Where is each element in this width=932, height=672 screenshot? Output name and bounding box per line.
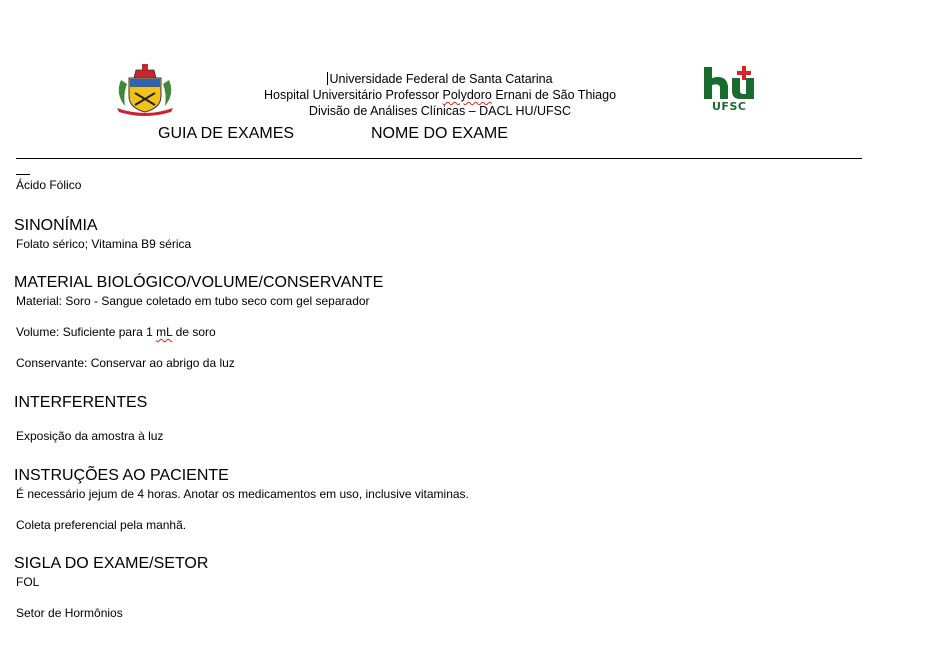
ufsc-coat-of-arms-logo — [113, 60, 177, 118]
hu-ufsc-logo: UFSC — [702, 64, 762, 116]
guide-label: GUIA DE EXAMES — [158, 125, 295, 142]
hospital-name-post: Ernani de São Thiago — [491, 88, 617, 102]
hospital-name-pre: Hospital Universitário Professor — [263, 88, 443, 102]
volume-text: Volume: Suficiente para 1 mL de soro — [16, 325, 216, 339]
interferentes-text: Exposição da amostra à luz — [16, 429, 164, 443]
section-title-sigla: SIGLA DO EXAME/SETOR — [14, 555, 209, 572]
exam-name-label: NOME DO EXAME — [371, 125, 508, 142]
exam-name: Ácido Fólico — [16, 178, 82, 192]
sigla-setor: Setor de Hormônios — [16, 606, 123, 620]
section-title-sinonimia: SINONÍMIA — [14, 217, 98, 234]
instrucoes-line1: É necessário jejum de 4 horas. Anotar os… — [16, 487, 469, 501]
short-divider — [16, 174, 30, 175]
university-name: Universidade Federal de Santa Catarina — [190, 71, 690, 87]
volume-pre: Volume: Suficiente para 1 — [16, 325, 157, 339]
instrucoes-line2: Coleta preferencial pela manhã. — [16, 518, 187, 532]
volume-spellcheck-word: mL — [156, 325, 173, 339]
section-title-interferentes: INTERFERENTES — [14, 394, 148, 411]
volume-post: de soro — [172, 325, 216, 339]
hospital-name: Hospital Universitário Professor Polydor… — [190, 87, 690, 103]
section-title-material: MATERIAL BIOLÓGICO/VOLUME/CONSERVANTE — [14, 274, 384, 291]
hu-logo-caption: UFSC — [712, 100, 747, 113]
conservante-text: Conservante: Conservar ao abrigo da luz — [16, 356, 235, 370]
section-title-instrucoes: INSTRUÇÕES AO PACIENTE — [14, 467, 229, 484]
hospital-name-spellcheck-word: Polydoro — [442, 88, 492, 102]
sigla-code: FOL — [16, 575, 40, 589]
division-name: Divisão de Análises Clínicas – DACL HU/U… — [308, 104, 572, 118]
university-name-text: Universidade Federal de Santa Catarina — [329, 72, 553, 86]
material-text: Material: Soro - Sangue coletado em tubo… — [16, 294, 370, 308]
header-divider — [16, 158, 862, 159]
sinonimia-text: Folato sérico; Vitamina B9 sérica — [16, 237, 192, 251]
